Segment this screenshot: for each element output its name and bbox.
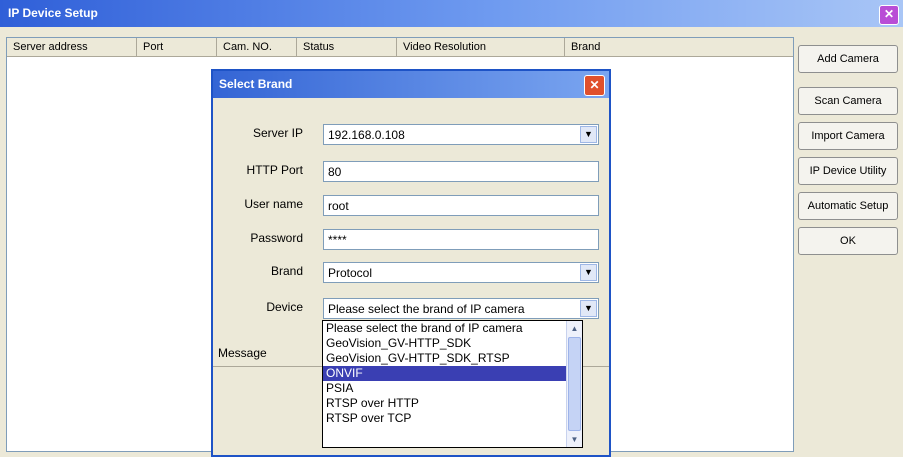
http-port-label: HTTP Port [246,163,303,177]
device-option-geovision-http-sdk[interactable]: GeoVision_GV-HTTP_SDK [323,336,567,351]
user-name-input[interactable]: root [323,195,599,216]
device-label: Device [266,300,303,314]
http-port-input[interactable]: 80 [323,161,599,182]
device-option-geovision-http-sdk-rtsp[interactable]: GeoVision_GV-HTTP_SDK_RTSP [323,351,567,366]
column-status[interactable]: Status [297,38,397,56]
dialog-close-button[interactable]: ✕ [584,75,605,96]
window-title: IP Device Setup [8,6,98,20]
device-option-psia[interactable]: PSIA [323,381,567,396]
column-brand[interactable]: Brand [565,38,791,56]
device-option-rtsp-over-http[interactable]: RTSP over HTTP [323,396,567,411]
window-titlebar: IP Device Setup ✕ [0,0,903,27]
column-server-address[interactable]: Server address [7,38,137,56]
column-video-resolution[interactable]: Video Resolution [397,38,565,56]
password-input[interactable]: **** [323,229,599,250]
brand-combobox[interactable]: Protocol ▼ [323,262,599,283]
ip-device-utility-button[interactable]: IP Device Utility [798,157,898,185]
server-ip-label: Server IP [252,126,303,140]
action-panel: Add Camera Scan Camera Import Camera IP … [796,37,903,450]
device-value: Please select the brand of IP camera [328,302,525,316]
window-close-button[interactable]: ✕ [879,5,899,25]
device-list-scrollbar[interactable]: ▲ ▼ [566,321,582,447]
scan-camera-button[interactable]: Scan Camera [798,87,898,115]
device-option-onvif[interactable]: ONVIF [323,366,567,381]
server-ip-dropdown-arrow-icon[interactable]: ▼ [580,126,597,143]
device-dropdown-arrow-icon[interactable]: ▼ [580,300,597,317]
scrollbar-thumb[interactable] [568,337,581,431]
device-dropdown-list[interactable]: Please select the brand of IP camera Geo… [322,320,583,448]
message-label: Message [218,346,267,360]
device-option-placeholder[interactable]: Please select the brand of IP camera [323,321,567,336]
scroll-down-icon[interactable]: ▼ [567,432,582,447]
dialog-title: Select Brand [219,77,293,91]
import-camera-button[interactable]: Import Camera [798,122,898,150]
server-ip-value: 192.168.0.108 [328,128,405,142]
add-camera-button[interactable]: Add Camera [798,45,898,73]
device-combobox[interactable]: Please select the brand of IP camera ▼ [323,298,599,319]
camera-list-header: Server address Port Cam. NO. Status Vide… [7,38,793,57]
column-cam-no[interactable]: Cam. NO. [217,38,297,56]
ip-device-setup-window: IP Device Setup ✕ Server address Port Ca… [0,0,903,457]
password-label: Password [250,231,303,245]
brand-label: Brand [270,264,303,278]
automatic-setup-button[interactable]: Automatic Setup [798,192,898,220]
dialog-titlebar: Select Brand ✕ [213,71,609,98]
server-ip-combobox[interactable]: 192.168.0.108 ▼ [323,124,599,145]
column-port[interactable]: Port [137,38,217,56]
user-name-label: User name [244,197,303,211]
scroll-up-icon[interactable]: ▲ [567,321,582,336]
brand-value: Protocol [328,266,373,280]
brand-dropdown-arrow-icon[interactable]: ▼ [580,264,597,281]
ok-button[interactable]: OK [798,227,898,255]
device-option-rtsp-over-tcp[interactable]: RTSP over TCP [323,411,567,426]
